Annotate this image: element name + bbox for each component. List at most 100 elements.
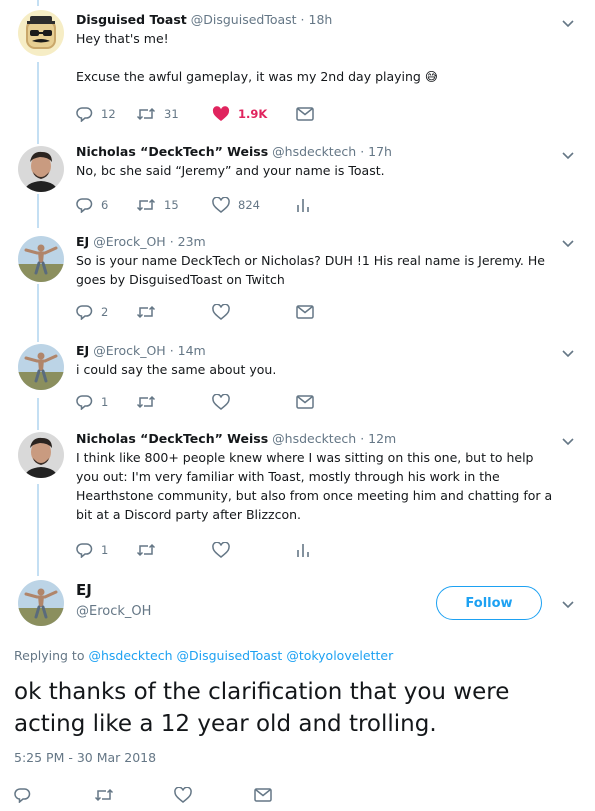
chevron-down-icon[interactable] [561, 597, 575, 611]
decktech-avatar-icon [18, 432, 64, 478]
display-name[interactable]: Nicholas “DeckTech” Weiss [76, 144, 268, 159]
direct-message-button[interactable] [296, 395, 316, 409]
timestamp[interactable]: 17h [368, 144, 392, 159]
tweet-reply[interactable]: Nicholas “DeckTech” Weiss @hsdecktech · … [0, 140, 595, 228]
heart-icon [212, 304, 230, 320]
reply-icon [76, 305, 93, 320]
direct-message-button[interactable] [296, 305, 316, 319]
main-tweet-actions [14, 784, 334, 806]
envelope-icon [254, 788, 272, 802]
avatar[interactable] [18, 432, 64, 478]
display-name[interactable]: Nicholas “DeckTech” Weiss [76, 431, 268, 446]
tweet-text-line: Hey that's me! [76, 31, 169, 46]
avatar[interactable] [18, 236, 64, 282]
reply-button[interactable]: 6 [76, 197, 136, 213]
timestamp[interactable]: 12m [368, 431, 396, 446]
main-tweet-text: ok thanks of the clarification that you … [14, 679, 510, 737]
retweet-button[interactable]: 31 [136, 106, 212, 122]
reply-count: 1 [101, 395, 109, 409]
avatar[interactable] [18, 10, 64, 56]
tweet-header: EJ @Erock_OH · 14m [76, 342, 555, 359]
timestamp[interactable]: 18h [309, 12, 333, 27]
reply-button[interactable]: 12 [76, 106, 136, 122]
username[interactable]: @DisguisedToast [191, 12, 297, 27]
chevron-down-icon[interactable] [561, 16, 575, 30]
reply-button[interactable]: 1 [76, 542, 136, 558]
chevron-down-icon[interactable] [561, 346, 575, 360]
avatar[interactable] [18, 344, 64, 390]
heart-icon [212, 542, 230, 558]
display-name[interactable]: EJ [76, 234, 89, 249]
tweet-reply[interactable]: EJ @Erock_OH · 14m i could say the same … [0, 338, 595, 426]
retweet-icon [136, 305, 156, 319]
main-tweet-timestamp[interactable]: 5:25 PM - 30 Mar 2018 [14, 750, 156, 765]
heart-icon [174, 787, 192, 803]
username[interactable]: @hsdecktech [272, 144, 356, 159]
retweet-icon [94, 788, 114, 802]
reply-icon [14, 788, 31, 803]
tweet-text-line: So is your name DeckTech or Nicholas? DU… [76, 253, 545, 287]
tweet-text-line: No, bc she said “Jeremy” and your name i… [76, 163, 385, 178]
ej-avatar-icon [18, 236, 64, 282]
tweet-reply[interactable]: EJ @Erock_OH · 23m So is your name DeckT… [0, 228, 595, 338]
retweet-button[interactable] [94, 787, 174, 803]
separator-dot: · [169, 234, 174, 249]
tweet-text: I think like 800+ people knew where I wa… [76, 448, 555, 524]
heart-filled-icon [212, 106, 230, 121]
username[interactable]: @Erock_OH [76, 604, 151, 619]
envelope-icon [296, 305, 314, 319]
follow-button[interactable]: Follow [436, 586, 542, 620]
retweet-button[interactable] [136, 394, 212, 410]
tweet-text-line: i could say the same about you. [76, 362, 277, 377]
analytics-button[interactable] [296, 542, 316, 558]
like-button[interactable] [212, 394, 296, 410]
username[interactable]: @Erock_OH [93, 234, 166, 249]
reply-button[interactable]: 2 [76, 304, 136, 320]
tweet-reply[interactable]: Nicholas “DeckTech” Weiss @hsdecktech · … [0, 426, 595, 576]
reply-button[interactable] [14, 787, 94, 803]
reply-icon [76, 543, 93, 558]
replying-to-label: Replying to [14, 648, 85, 663]
avatar[interactable] [18, 146, 64, 192]
like-button[interactable] [212, 304, 296, 320]
like-button[interactable]: 1.9K [212, 106, 296, 122]
reply-button[interactable]: 1 [76, 394, 136, 410]
timestamp[interactable]: 23m [178, 234, 206, 249]
analytics-icon [297, 544, 309, 557]
username[interactable]: @Erock_OH [93, 343, 166, 358]
username[interactable]: @hsdecktech [272, 431, 356, 446]
like-count: 824 [238, 198, 260, 212]
like-button[interactable]: 824 [212, 197, 296, 213]
chevron-down-icon[interactable] [561, 148, 575, 162]
ej-avatar-icon [18, 580, 64, 626]
reply-count: 12 [101, 107, 116, 121]
retweet-button[interactable]: 15 [136, 197, 212, 213]
chevron-down-icon[interactable] [561, 434, 575, 448]
display-name[interactable]: EJ [76, 343, 89, 358]
display-name[interactable]: Disguised Toast [76, 12, 187, 27]
timestamp[interactable]: 14m [178, 343, 206, 358]
retweet-button[interactable] [136, 304, 212, 320]
tweet-text: So is your name DeckTech or Nicholas? DU… [76, 251, 555, 289]
retweet-count: 15 [164, 198, 179, 212]
direct-message-button[interactable] [254, 788, 334, 802]
main-tweet-header: EJ @Erock_OH Follow [0, 578, 595, 638]
tweet-reply[interactable]: Disguised Toast @DisguisedToast · 18h He… [0, 0, 595, 140]
like-button[interactable] [174, 787, 254, 803]
mention-link[interactable]: @tokyoloveletter [286, 648, 393, 663]
heart-icon [212, 394, 230, 410]
avatar[interactable] [18, 580, 64, 626]
analytics-button[interactable] [296, 197, 316, 213]
chevron-down-icon[interactable] [561, 236, 575, 250]
retweet-button[interactable] [136, 542, 212, 558]
mention-link[interactable]: @DisguisedToast [177, 648, 283, 663]
direct-message-button[interactable] [296, 107, 316, 121]
tweet-text-line: Excuse the awful gameplay, it was my 2nd… [76, 69, 438, 84]
tweet-header: Nicholas “DeckTech” Weiss @hsdecktech · … [76, 430, 555, 447]
display-name[interactable]: EJ [76, 581, 92, 599]
reply-count: 2 [101, 305, 109, 319]
mention-link[interactable]: @hsdecktech [88, 648, 172, 663]
like-button[interactable] [212, 542, 296, 558]
envelope-icon [296, 395, 314, 409]
reply-count: 6 [101, 198, 109, 212]
